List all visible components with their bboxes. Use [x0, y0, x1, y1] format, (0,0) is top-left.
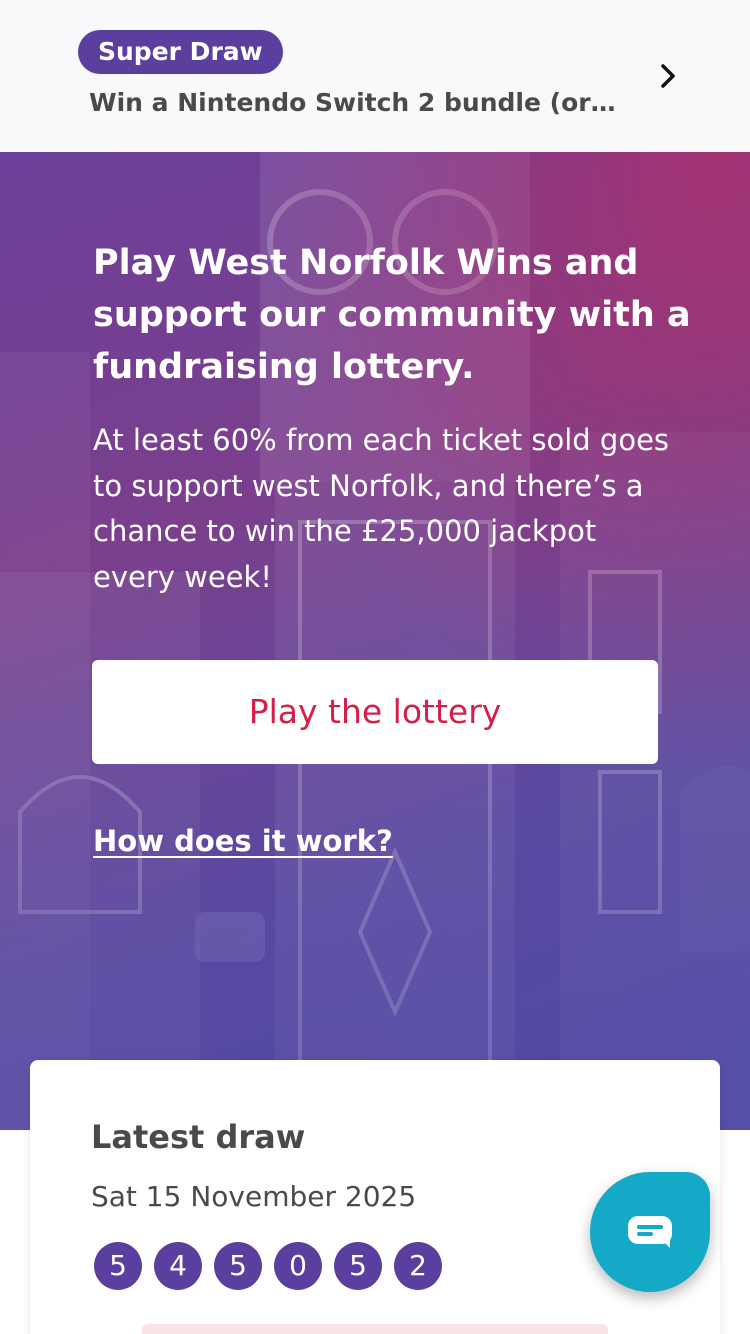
draw-number-ball: 2 [394, 1242, 442, 1290]
chevron-right-icon[interactable] [652, 60, 684, 92]
promo-text[interactable]: Win a Nintendo Switch 2 bundle (or c... [89, 86, 619, 120]
play-lottery-button[interactable]: Play the lottery [92, 660, 658, 764]
how-does-it-work-link[interactable]: How does it work? [93, 824, 393, 858]
draw-number-ball: 4 [154, 1242, 202, 1290]
draw-numbers: 5 4 5 0 5 2 [94, 1242, 442, 1290]
promo-banner[interactable]: Super Draw Win a Nintendo Switch 2 bundl… [0, 0, 750, 152]
draw-number-ball: 5 [334, 1242, 382, 1290]
draw-number-ball: 5 [94, 1242, 142, 1290]
latest-draw-date: Sat 15 November 2025 [91, 1180, 417, 1213]
latest-draw-title: Latest draw [91, 1118, 306, 1156]
promo-badge: Super Draw [78, 30, 283, 74]
draw-number-ball: 5 [214, 1242, 262, 1290]
hero-description: At least 60% from each ticket sold goes … [93, 423, 670, 594]
draw-result-banner [142, 1324, 608, 1334]
hero-section: Play West Norfolk Wins and support our c… [0, 152, 750, 1130]
draw-number-ball: 0 [274, 1242, 322, 1290]
chat-bubble-icon [628, 1216, 672, 1248]
chat-button[interactable] [590, 1172, 710, 1292]
hero-title: Play West Norfolk Wins and support our c… [93, 243, 691, 387]
